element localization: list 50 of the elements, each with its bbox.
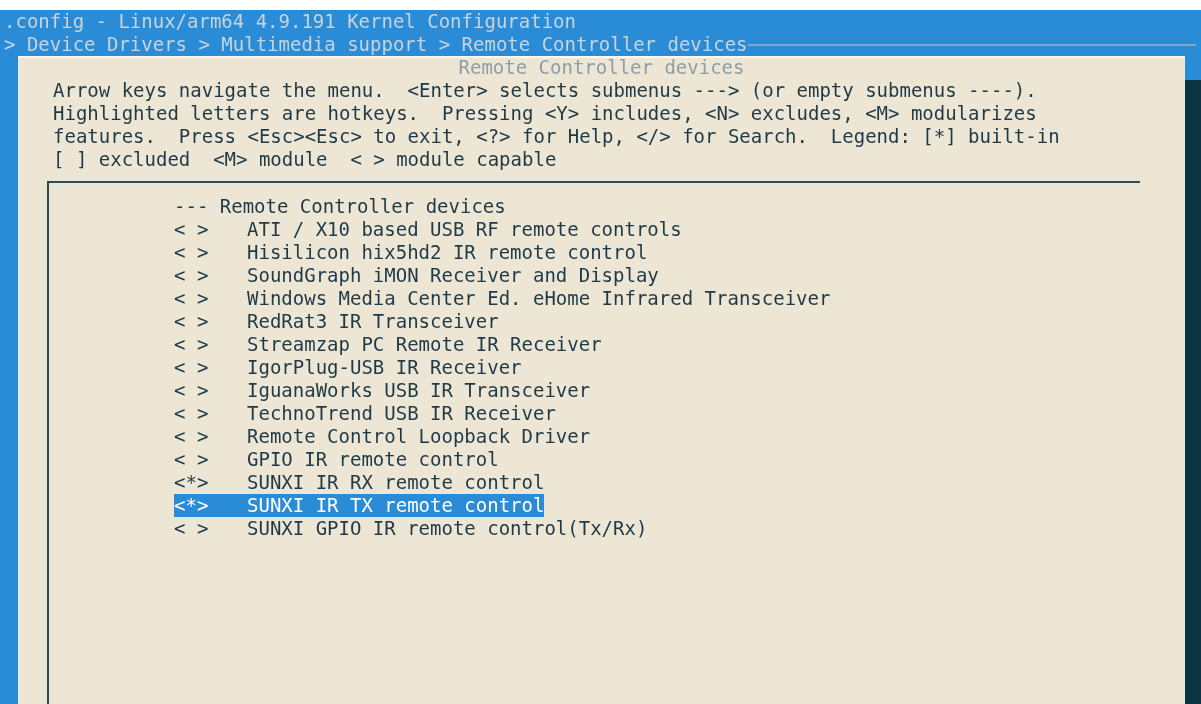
menu-item[interactable]: < > GPIO IR remote control (174, 448, 499, 471)
help-text: Arrow keys navigate the menu. <Enter> selects submenus ---> (or empty submenus ----). (52, 79, 1038, 102)
option-label: IgorPlug-USB IR Receiver (247, 356, 522, 379)
menu-item[interactable]: < > SUNXI GPIO IR remote control(Tx/Rx) (174, 517, 648, 540)
option-state: <*> (174, 494, 210, 517)
option-label: RedRat3 IR Transceiver (247, 310, 499, 333)
option-state: < > (174, 448, 210, 471)
menu-item[interactable]: < > Streamzap PC Remote IR Receiver (174, 333, 602, 356)
menu-comment: --- Remote Controller devices (174, 195, 506, 218)
menu-item[interactable]: < > Remote Control Loopback Driver (174, 425, 591, 448)
help-text: Highlighted letters are hotkeys. Pressing <Y> includes, <N> excludes, <M> modularizes (52, 102, 1038, 125)
option-state: < > (174, 356, 210, 379)
breadcrumb: > Device Drivers > Multimedia support > Remote Controller devices (3, 33, 748, 56)
help-text: features. Press <Esc><Esc> to exit, <?> for Help, </> for Search. Legend: [*] built-in (52, 125, 1061, 148)
menu-item[interactable]: <*> SUNXI IR RX remote control (174, 471, 545, 494)
menu-item[interactable]: <*> SUNXI IR TX remote control (174, 494, 545, 517)
option-state: < > (174, 310, 210, 333)
help-text: [ ] excluded <M> module < > module capable (52, 148, 558, 171)
option-state: < > (174, 218, 210, 241)
option-label: SUNXI IR RX remote control (247, 471, 545, 494)
menu-item[interactable]: < > SoundGraph iMON Receiver and Display (174, 264, 659, 287)
dialog-title: Remote Controller devices (457, 56, 746, 79)
option-label: Windows Media Center Ed. eHome Infrared Transceiver (247, 287, 831, 310)
option-label: Hisilicon hix5hd2 IR remote control (247, 241, 648, 264)
option-state: <*> (174, 471, 210, 494)
option-label: SUNXI IR TX remote control (247, 494, 545, 517)
option-state: < > (174, 287, 210, 310)
menu-item[interactable]: < > IgorPlug-USB IR Receiver (174, 356, 522, 379)
option-label: TechnoTrend USB IR Receiver (247, 402, 556, 425)
option-label: SoundGraph iMON Receiver and Display (247, 264, 659, 287)
menu-item[interactable]: < > RedRat3 IR Transceiver (174, 310, 499, 333)
option-label: GPIO IR remote control (247, 448, 499, 471)
option-state: < > (174, 425, 210, 448)
option-label: Streamzap PC Remote IR Receiver (247, 333, 602, 356)
menu-item[interactable]: < > Windows Media Center Ed. eHome Infrared Transceiver (174, 287, 831, 310)
option-label: SUNXI GPIO IR remote control(Tx/Rx) (247, 517, 648, 540)
menu-item[interactable]: < > ATI / X10 based USB RF remote controls (174, 218, 682, 241)
menu-item[interactable]: < > IguanaWorks USB IR Transceiver (174, 379, 591, 402)
menu-item[interactable]: < > TechnoTrend USB IR Receiver (174, 402, 556, 425)
option-state: < > (174, 241, 210, 264)
option-state: < > (174, 517, 210, 540)
option-label: IguanaWorks USB IR Transceiver (247, 379, 591, 402)
option-state: < > (174, 402, 210, 425)
option-state: < > (174, 333, 210, 356)
option-state: < > (174, 264, 210, 287)
option-state: < > (174, 379, 210, 402)
menu-item[interactable]: < > Hisilicon hix5hd2 IR remote control (174, 241, 648, 264)
option-label: Remote Control Loopback Driver (247, 425, 591, 448)
option-label: ATI / X10 based USB RF remote controls (247, 218, 682, 241)
window-title: .config - Linux/arm64 4.9.191 Kernel Configuration (3, 10, 577, 33)
